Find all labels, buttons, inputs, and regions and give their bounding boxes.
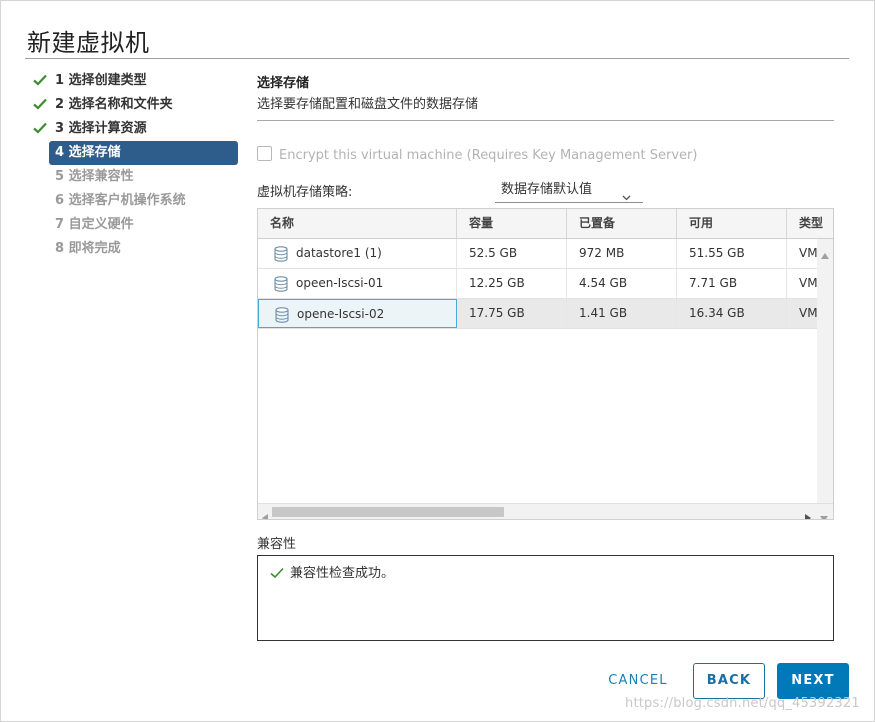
step-select-guest-os: 6 选择客户机操作系统 (31, 189, 241, 213)
datastore-name: datastore1 (1) (296, 246, 382, 260)
step-label: 3 选择计算资源 (55, 121, 147, 136)
capacity-cell: 52.5 GB (457, 239, 567, 268)
chevron-down-icon (622, 187, 631, 209)
table-row[interactable]: opeen-Iscsi-01 12.25 GB 4.54 GB 7.71 GB … (258, 269, 818, 299)
column-header-free[interactable]: 可用 (677, 209, 787, 238)
step-ready-to-complete: 8 即将完成 (31, 237, 241, 261)
compatibility-message: 兼容性检查成功。 (270, 565, 394, 583)
table-row[interactable]: datastore1 (1) 52.5 GB 972 MB 51.55 GB V… (258, 239, 818, 269)
section-title: 选择存储 (257, 76, 310, 91)
column-header-provisioned[interactable]: 已置备 (567, 209, 677, 238)
datastore-name: opeen-Iscsi-01 (296, 276, 384, 290)
scroll-left-icon[interactable] (262, 507, 268, 519)
encrypt-label: Encrypt this virtual machine (Requires K… (279, 148, 698, 163)
vertical-scrollbar[interactable] (817, 239, 833, 503)
step-label: 6 选择客户机操作系统 (55, 193, 186, 208)
datastore-icon (274, 244, 288, 262)
provisioned-cell: 1.41 GB (567, 299, 677, 328)
column-header-capacity[interactable]: 容量 (457, 209, 567, 238)
step-label: 1 选择创建类型 (55, 73, 147, 88)
datastore-name-cell: opeen-Iscsi-01 (258, 269, 457, 298)
datastore-icon (275, 305, 289, 323)
capacity-cell: 12.25 GB (457, 269, 567, 298)
datastore-grid: 名称 容量 已置备 可用 类型 datastore1 (1) 52.5 GB 9… (257, 208, 834, 520)
title-divider (25, 58, 849, 59)
scrollbar-thumb[interactable] (272, 507, 504, 517)
horizontal-scrollbar[interactable] (258, 503, 833, 519)
table-row-selected[interactable]: opene-Iscsi-02 17.75 GB 1.41 GB 16.34 GB… (258, 299, 818, 329)
free-cell: 51.55 GB (677, 239, 787, 268)
compatibility-box: 兼容性检查成功。 (257, 555, 834, 641)
column-header-name[interactable]: 名称 (258, 209, 457, 238)
storage-policy-label: 虚拟机存储策略: (257, 185, 353, 200)
encrypt-checkbox[interactable] (257, 146, 272, 161)
step-label: 8 即将完成 (55, 241, 121, 256)
watermark-text: https://blog.csdn.net/qq_45392321 (625, 696, 860, 711)
grid-header: 名称 容量 已置备 可用 类型 (258, 209, 833, 239)
datastore-name-cell: datastore1 (1) (258, 239, 457, 268)
step-label: 5 选择兼容性 (55, 169, 134, 184)
back-button[interactable]: BACK (693, 663, 765, 699)
scroll-down-icon[interactable] (820, 507, 828, 519)
cancel-button[interactable]: CANCEL (599, 663, 677, 699)
storage-panel: 选择存储 选择要存储配置和磁盘文件的数据存储 Encrypt this virt… (257, 69, 835, 641)
datastore-name-cell: opene-Iscsi-02 (258, 299, 457, 328)
step-label: 4 选择存储 (55, 145, 121, 160)
step-select-creation-type[interactable]: 1 选择创建类型 (31, 69, 241, 93)
check-icon (33, 117, 49, 141)
dialog-title: 新建虚拟机 (27, 29, 150, 57)
compatibility-label: 兼容性 (257, 537, 297, 552)
datastore-icon (274, 274, 288, 292)
section-divider (257, 120, 834, 121)
free-cell: 16.34 GB (677, 299, 787, 328)
step-select-storage[interactable]: 4 选择存储 (49, 141, 238, 165)
free-cell: 7.71 GB (677, 269, 787, 298)
step-select-compute-resource[interactable]: 3 选择计算资源 (31, 117, 241, 141)
encrypt-vm-option: Encrypt this virtual machine (Requires K… (257, 146, 698, 165)
column-header-type[interactable]: 类型 (787, 209, 833, 238)
new-vm-dialog: 新建虚拟机 1 选择创建类型 2 选择名称和文件夹 3 选择计算资源 4 选择存… (0, 0, 875, 722)
step-select-name-folder[interactable]: 2 选择名称和文件夹 (31, 93, 241, 117)
check-icon (33, 93, 49, 117)
section-subtitle: 选择要存储配置和磁盘文件的数据存储 (257, 97, 479, 112)
step-label: 7 自定义硬件 (55, 217, 134, 232)
step-customize-hardware: 7 自定义硬件 (31, 213, 241, 237)
provisioned-cell: 4.54 GB (567, 269, 677, 298)
storage-policy-value: 数据存储默认值 (501, 182, 593, 197)
next-button[interactable]: NEXT (777, 663, 849, 699)
step-select-compatibility: 5 选择兼容性 (31, 165, 241, 189)
provisioned-cell: 972 MB (567, 239, 677, 268)
wizard-steps: 1 选择创建类型 2 选择名称和文件夹 3 选择计算资源 4 选择存储 5 选择… (31, 69, 241, 261)
capacity-cell: 17.75 GB (457, 299, 567, 328)
success-check-icon (270, 567, 284, 578)
grid-body: datastore1 (1) 52.5 GB 972 MB 51.55 GB V… (258, 239, 818, 503)
step-label: 2 选择名称和文件夹 (55, 97, 173, 112)
datastore-name: opene-Iscsi-02 (297, 307, 385, 321)
scroll-up-icon[interactable] (821, 244, 829, 263)
storage-policy-select[interactable]: 数据存储默认值 (495, 179, 643, 203)
scroll-right-icon[interactable] (805, 507, 811, 519)
compatibility-text: 兼容性检查成功。 (290, 566, 395, 581)
check-icon (33, 69, 49, 93)
